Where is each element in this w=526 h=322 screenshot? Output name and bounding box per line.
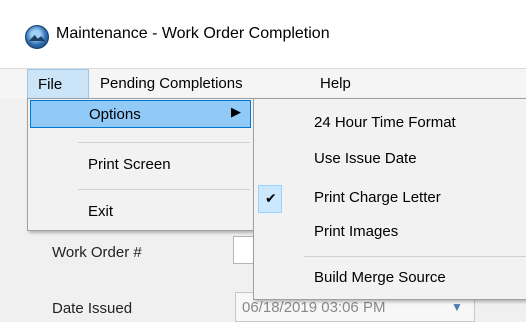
checkmark-box: ✔ — [258, 185, 282, 213]
title-bar: Maintenance - Work Order Completion — [0, 0, 526, 69]
print-screen-label: Print Screen — [88, 156, 171, 173]
menu-separator — [304, 256, 526, 257]
menu-file[interactable]: File — [27, 69, 89, 99]
maintenance-app-icon — [25, 25, 49, 49]
submenu-print-images[interactable]: Print Images — [314, 223, 398, 240]
chevron-down-icon[interactable]: ▼ — [445, 298, 469, 316]
menu-separator — [78, 142, 250, 143]
file-menu-print-screen[interactable]: Print Screen — [30, 151, 251, 179]
submenu-use-issue-date[interactable]: Use Issue Date — [314, 150, 417, 167]
menu-pending-completions[interactable]: Pending Completions — [90, 69, 253, 99]
submenu-build-merge-source[interactable]: Build Merge Source — [314, 269, 446, 286]
file-menu-dropdown: Options ▶ Print Screen Exit — [27, 98, 254, 231]
submenu-print-charge-letter[interactable]: Print Charge Letter — [314, 189, 441, 206]
menu-bar: File Pending Completions Help — [0, 69, 526, 99]
menu-help[interactable]: Help — [310, 69, 361, 99]
work-order-label: Work Order # — [52, 244, 142, 261]
exit-label: Exit — [88, 203, 114, 220]
checkmark-icon: ✔ — [265, 190, 277, 206]
file-menu-exit[interactable]: Exit — [30, 198, 251, 226]
submenu-24-hour-time-format[interactable]: 24 Hour Time Format — [314, 114, 456, 131]
options-submenu: 24 Hour Time Format Use Issue Date ✔ Pri… — [253, 98, 526, 300]
window-title: Maintenance - Work Order Completion — [56, 25, 330, 42]
file-menu-options[interactable]: Options ▶ — [30, 100, 251, 128]
options-label: Options — [89, 106, 141, 123]
menu-separator — [78, 189, 250, 190]
date-issued-label: Date Issued — [52, 300, 133, 317]
date-issued-value: 06/18/2019 03:06 PM — [242, 299, 386, 316]
submenu-arrow-icon: ▶ — [231, 104, 241, 119]
